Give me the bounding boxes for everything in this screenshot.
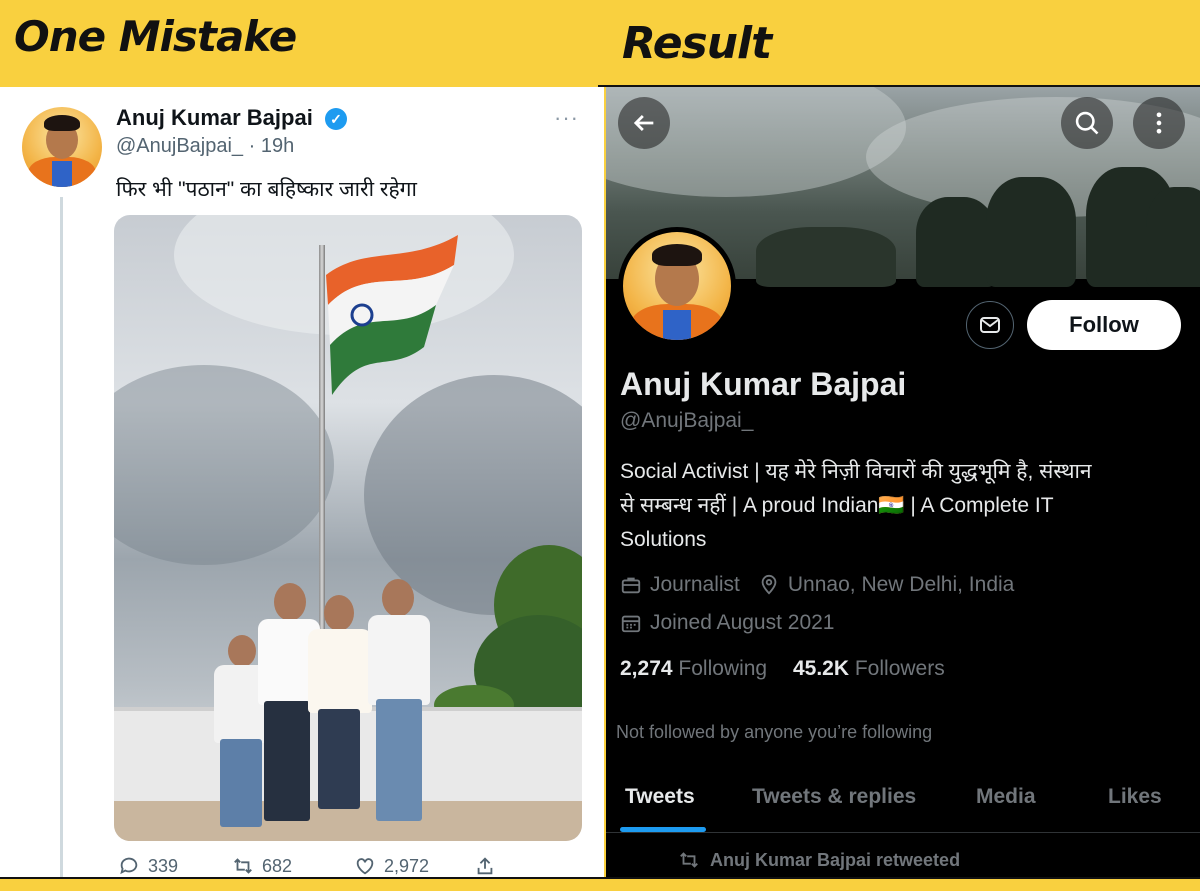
like-button[interactable]: 2,972 — [354, 855, 429, 877]
tabs-divider — [606, 832, 1200, 833]
tweet-card[interactable]: Anuj Kumar Bajpai ✓ @AnujBajpai_ · 19h ·… — [0, 87, 604, 877]
retweet-icon — [234, 858, 252, 874]
tab-media[interactable]: Media — [976, 785, 1036, 809]
tab-tweets[interactable]: Tweets — [625, 785, 695, 809]
profile-location: Unnao, New Delhi, India — [787, 573, 1015, 596]
right-header: Result — [622, 18, 772, 69]
back-arrow-icon — [633, 115, 654, 131]
tab-likes[interactable]: Likes — [1108, 785, 1162, 809]
tweet-author-handle[interactable]: @AnujBajpai_ · 19h — [116, 135, 294, 158]
reply-count: 339 — [148, 855, 179, 876]
tweet-actions: 339 682 2,972 — [118, 855, 588, 877]
share-icon — [477, 857, 493, 875]
retweet-count: 682 — [262, 855, 293, 876]
profile-joined-row: Joined August 2021 — [620, 611, 835, 635]
reply-icon — [120, 857, 138, 875]
follow-counts: 2,274 Following 45.2K Followers — [620, 657, 945, 681]
followers-count: 45.2K — [792, 657, 850, 680]
tweet-text: फिर भी "पठान" का बहिष्कार जारी रहेगा — [116, 178, 417, 201]
profile-joined: Joined August 2021 — [650, 611, 835, 634]
retweet-icon — [680, 852, 698, 868]
verified-badge-icon: ✓ — [325, 108, 347, 130]
bio-line-2: से सम्बन्ध नहीं | A proud Indian🇮🇳 | A C… — [620, 494, 1054, 517]
like-count: 2,972 — [384, 855, 430, 876]
location-pin-icon — [761, 574, 777, 595]
profile-screen: Follow Anuj Kumar Bajpai @AnujBajpai_ So… — [606, 87, 1200, 877]
not-followed-note: Not followed by anyone you’re following — [616, 722, 933, 742]
profile-meta-row: Journalist Unnao, New Delhi, India — [620, 573, 1014, 597]
profile-profession: Journalist — [650, 573, 740, 596]
briefcase-icon — [621, 577, 641, 594]
retweet-button[interactable]: 682 — [232, 855, 292, 877]
search-button[interactable] — [1061, 97, 1113, 149]
follow-button[interactable]: Follow — [1027, 300, 1181, 350]
message-button[interactable] — [966, 301, 1014, 349]
following-label: Following — [678, 657, 768, 680]
bio-line-1: Social Activist | यह मेरे निज़ी विचारों … — [620, 460, 1092, 483]
bottom-border — [0, 877, 1200, 891]
profile-bio: Social Activist | यह मेरे निज़ी विचारों … — [620, 455, 1180, 557]
mail-icon — [980, 317, 1000, 333]
share-button[interactable] — [474, 855, 496, 877]
tweet-author-name[interactable]: Anuj Kumar Bajpai — [116, 105, 313, 131]
profile-tabs: Tweets Tweets & replies Media Likes — [606, 777, 1200, 827]
profile-name: Anuj Kumar Bajpai — [620, 366, 907, 402]
profile-avatar[interactable] — [618, 227, 736, 345]
retweet-context: Anuj Kumar Bajpai retweeted — [678, 849, 960, 871]
left-header: One Mistake — [14, 12, 297, 61]
search-icon — [1075, 111, 1099, 135]
more-options-icon[interactable]: ··· — [554, 105, 579, 131]
tweet-avatar[interactable] — [22, 107, 102, 187]
following-count: 2,274 — [620, 657, 673, 680]
indian-flag-image — [326, 235, 458, 395]
following-link[interactable]: 2,274 Following — [620, 657, 773, 680]
thread-line — [60, 197, 63, 877]
reply-button[interactable]: 339 — [118, 855, 178, 877]
followers-link[interactable]: 45.2K Followers — [793, 657, 945, 680]
tweet-photo[interactable] — [114, 215, 582, 841]
more-menu-button[interactable] — [1133, 97, 1185, 149]
heart-icon — [356, 858, 374, 875]
tab-tweets-replies[interactable]: Tweets & replies — [752, 785, 916, 809]
followers-label: Followers — [854, 657, 945, 680]
calendar-icon — [621, 615, 641, 633]
bio-line-3: Solutions — [620, 528, 707, 551]
kebab-menu-icon — [1156, 112, 1162, 134]
back-button[interactable] — [618, 97, 670, 149]
retweet-context-text: Anuj Kumar Bajpai retweeted — [710, 849, 961, 870]
profile-handle: @AnujBajpai_ — [620, 409, 754, 432]
